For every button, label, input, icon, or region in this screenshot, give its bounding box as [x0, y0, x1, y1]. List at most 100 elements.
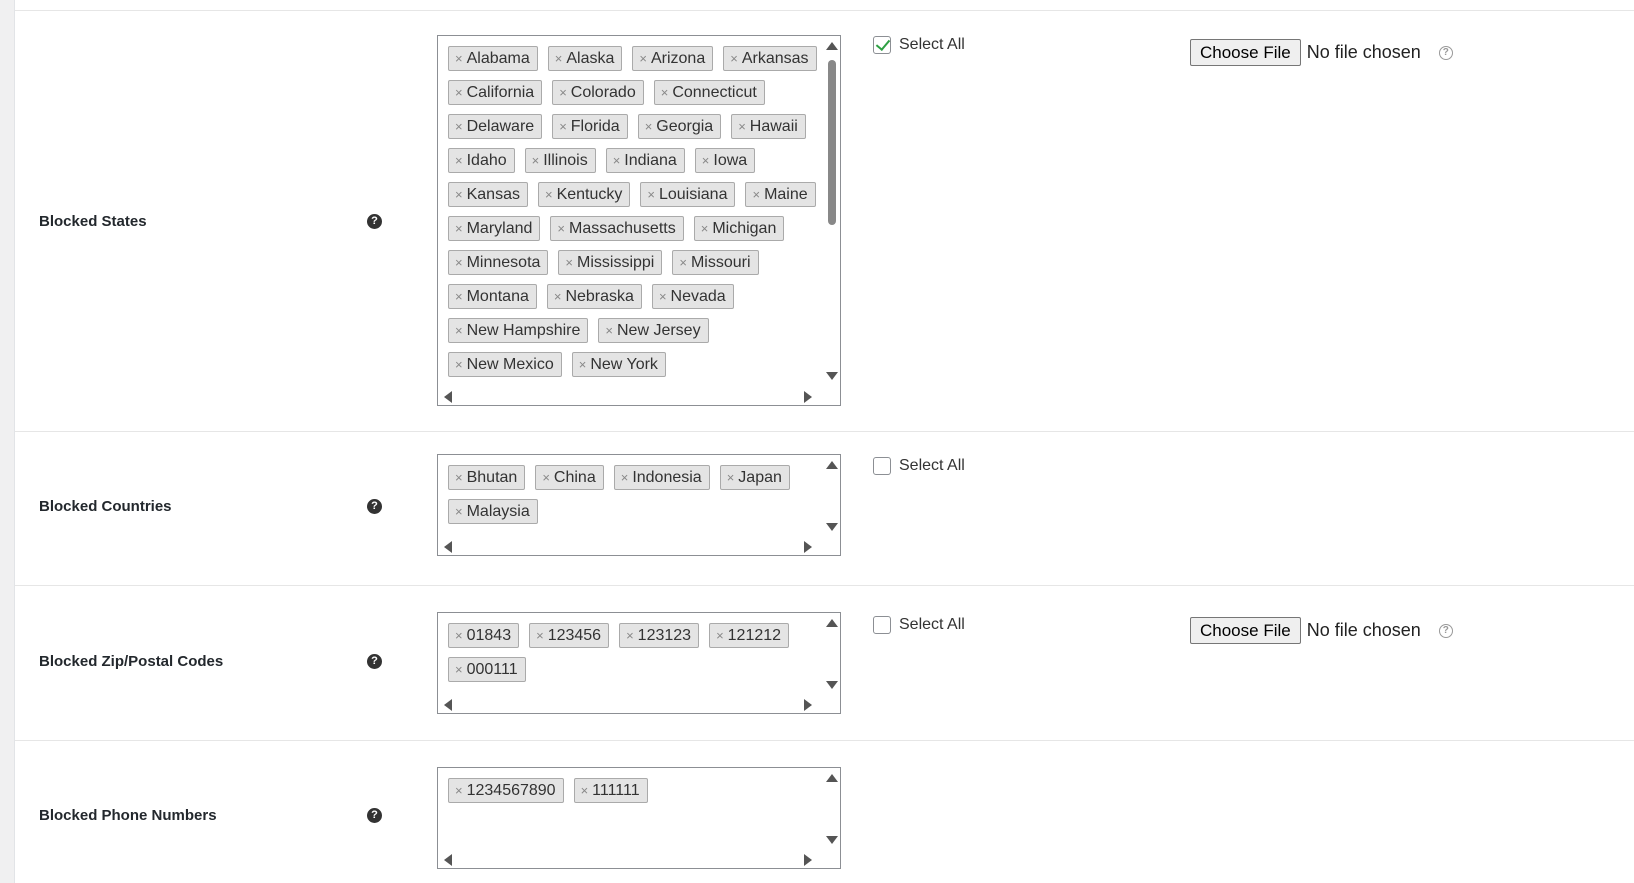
tag-chip: × Delaware — [448, 114, 543, 139]
vertical-scrollbar[interactable] — [823, 613, 840, 698]
question-icon[interactable]: ? — [1438, 45, 1453, 60]
remove-tag-icon[interactable]: × — [730, 51, 738, 66]
remove-tag-icon[interactable]: × — [639, 51, 647, 66]
tag-label: Massachusetts — [569, 219, 676, 237]
horizontal-scrollbar[interactable] — [438, 538, 824, 555]
horizontal-scrollbar[interactable] — [438, 696, 824, 713]
remove-tag-icon[interactable]: × — [545, 187, 553, 202]
remove-tag-icon[interactable]: × — [455, 357, 463, 372]
remove-tag-icon[interactable]: × — [455, 85, 463, 100]
remove-tag-icon[interactable]: × — [455, 187, 463, 202]
question-icon[interactable]: ? — [1438, 623, 1453, 638]
remove-tag-icon[interactable]: × — [455, 255, 463, 270]
scroll-right-arrow-icon[interactable] — [804, 854, 812, 866]
remove-tag-icon[interactable]: × — [752, 187, 760, 202]
scroll-up-arrow-icon[interactable] — [826, 42, 838, 50]
vertical-scrollbar[interactable] — [823, 36, 840, 390]
remove-tag-icon[interactable]: × — [679, 255, 687, 270]
tag-label: 01843 — [466, 626, 512, 644]
remove-tag-icon[interactable]: × — [455, 470, 463, 485]
remove-tag-icon[interactable]: × — [716, 628, 724, 643]
remove-tag-icon[interactable]: × — [532, 153, 540, 168]
scroll-down-arrow-icon[interactable] — [826, 836, 838, 844]
remove-tag-icon[interactable]: × — [542, 470, 550, 485]
remove-tag-icon[interactable]: × — [455, 51, 463, 66]
remove-tag-icon[interactable]: × — [555, 51, 563, 66]
blocked-states-select[interactable]: × Alabama × Alaska × Arizona × Arkansas × Califor… — [437, 35, 841, 406]
scroll-left-arrow-icon[interactable] — [444, 391, 452, 403]
remove-tag-icon[interactable]: × — [455, 504, 463, 519]
scroll-right-arrow-icon[interactable] — [804, 541, 812, 553]
remove-tag-icon[interactable]: × — [659, 289, 667, 304]
scroll-down-arrow-icon[interactable] — [826, 523, 838, 531]
tag-label: Indiana — [624, 151, 677, 169]
choose-file-button[interactable]: Choose File — [1190, 39, 1301, 66]
remove-tag-icon[interactable]: × — [626, 628, 634, 643]
remove-tag-icon[interactable]: × — [559, 119, 567, 134]
remove-tag-icon[interactable]: × — [645, 119, 653, 134]
tag-chip: × New Mexico — [448, 352, 562, 377]
remove-tag-icon[interactable]: × — [455, 783, 463, 798]
remove-tag-icon[interactable]: × — [536, 628, 544, 643]
remove-tag-icon[interactable]: × — [647, 187, 655, 202]
remove-tag-icon[interactable]: × — [701, 221, 709, 236]
remove-tag-icon[interactable]: × — [554, 289, 562, 304]
blocked-countries-select[interactable]: × Bhutan × China × Indonesia × Japan × Malaysia — [437, 454, 841, 556]
help-icon[interactable]: ? — [367, 654, 382, 669]
tag-label: Hawaii — [749, 117, 798, 135]
tag-label: Nebraska — [565, 287, 634, 305]
remove-tag-icon[interactable]: × — [621, 470, 629, 485]
remove-tag-icon[interactable]: × — [559, 85, 567, 100]
remove-tag-icon[interactable]: × — [455, 323, 463, 338]
scroll-down-arrow-icon[interactable] — [826, 372, 838, 380]
vertical-scrollbar[interactable] — [823, 455, 840, 540]
remove-tag-icon[interactable]: × — [455, 153, 463, 168]
remove-tag-icon[interactable]: × — [661, 85, 669, 100]
remove-tag-icon[interactable]: × — [557, 221, 565, 236]
help-icon[interactable]: ? — [367, 499, 382, 514]
scrollbar-thumb[interactable] — [828, 60, 836, 225]
remove-tag-icon[interactable]: × — [727, 470, 735, 485]
remove-tag-icon[interactable]: × — [605, 323, 613, 338]
select-all-checkbox[interactable] — [873, 616, 891, 634]
horizontal-scrollbar[interactable] — [438, 388, 824, 405]
remove-tag-icon[interactable]: × — [613, 153, 621, 168]
scroll-left-arrow-icon[interactable] — [444, 699, 452, 711]
select-all-countries[interactable]: Select All — [873, 457, 965, 475]
tag-label: Colorado — [570, 83, 636, 101]
remove-tag-icon[interactable]: × — [565, 255, 573, 270]
remove-tag-icon[interactable]: × — [455, 119, 463, 134]
blocked-zip-select[interactable]: × 01843 × 123456 × 123123 × 121212 × 000111 — [437, 612, 841, 714]
choose-file-button[interactable]: Choose File — [1190, 617, 1301, 644]
tag-label: California — [466, 83, 535, 101]
scroll-up-arrow-icon[interactable] — [826, 619, 838, 627]
remove-tag-icon[interactable]: × — [455, 221, 463, 236]
blocked-phone-select[interactable]: × 1234567890 × 111111 — [437, 767, 841, 869]
remove-tag-icon[interactable]: × — [581, 783, 589, 798]
remove-tag-icon[interactable]: × — [455, 628, 463, 643]
horizontal-scrollbar[interactable] — [438, 851, 824, 868]
scroll-left-arrow-icon[interactable] — [444, 541, 452, 553]
select-all-checkbox[interactable] — [873, 457, 891, 475]
remove-tag-icon[interactable]: × — [579, 357, 587, 372]
remove-tag-icon[interactable]: × — [702, 153, 710, 168]
tag-label: Idaho — [466, 151, 507, 169]
scroll-up-arrow-icon[interactable] — [826, 461, 838, 469]
scroll-up-arrow-icon[interactable] — [826, 774, 838, 782]
tag-chip: × Hawaii — [731, 114, 806, 139]
scroll-left-arrow-icon[interactable] — [444, 854, 452, 866]
tag-chip: × 123123 — [619, 623, 700, 648]
select-all-zip[interactable]: Select All — [873, 616, 965, 634]
scroll-down-arrow-icon[interactable] — [826, 681, 838, 689]
help-icon[interactable]: ? — [367, 808, 382, 823]
remove-tag-icon[interactable]: × — [455, 289, 463, 304]
remove-tag-icon[interactable]: × — [738, 119, 746, 134]
tag-chip: × Michigan — [693, 216, 785, 241]
scroll-right-arrow-icon[interactable] — [804, 699, 812, 711]
help-icon[interactable]: ? — [367, 214, 382, 229]
select-all-checkbox[interactable] — [873, 35, 891, 54]
vertical-scrollbar[interactable] — [823, 768, 840, 853]
select-all-states[interactable]: Select All — [873, 35, 965, 54]
scroll-right-arrow-icon[interactable] — [804, 391, 812, 403]
remove-tag-icon[interactable]: × — [455, 662, 463, 677]
